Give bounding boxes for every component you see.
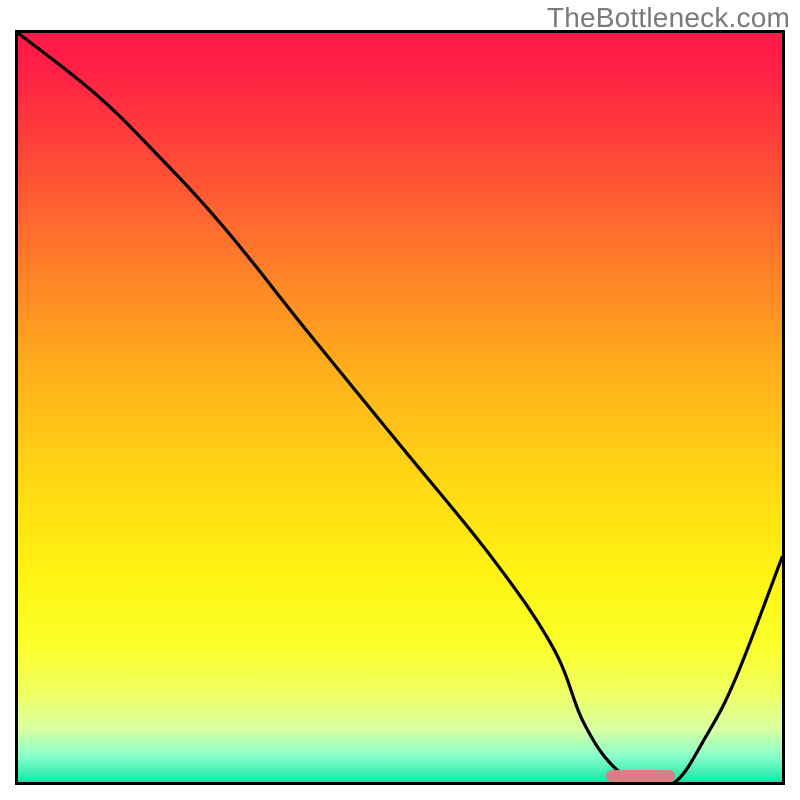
bottleneck-curve-svg	[18, 33, 782, 782]
chart-plot-area	[15, 30, 785, 785]
optimal-range-marker	[606, 770, 675, 782]
bottleneck-curve	[18, 33, 782, 782]
stage: TheBottleneck.com	[0, 0, 800, 800]
